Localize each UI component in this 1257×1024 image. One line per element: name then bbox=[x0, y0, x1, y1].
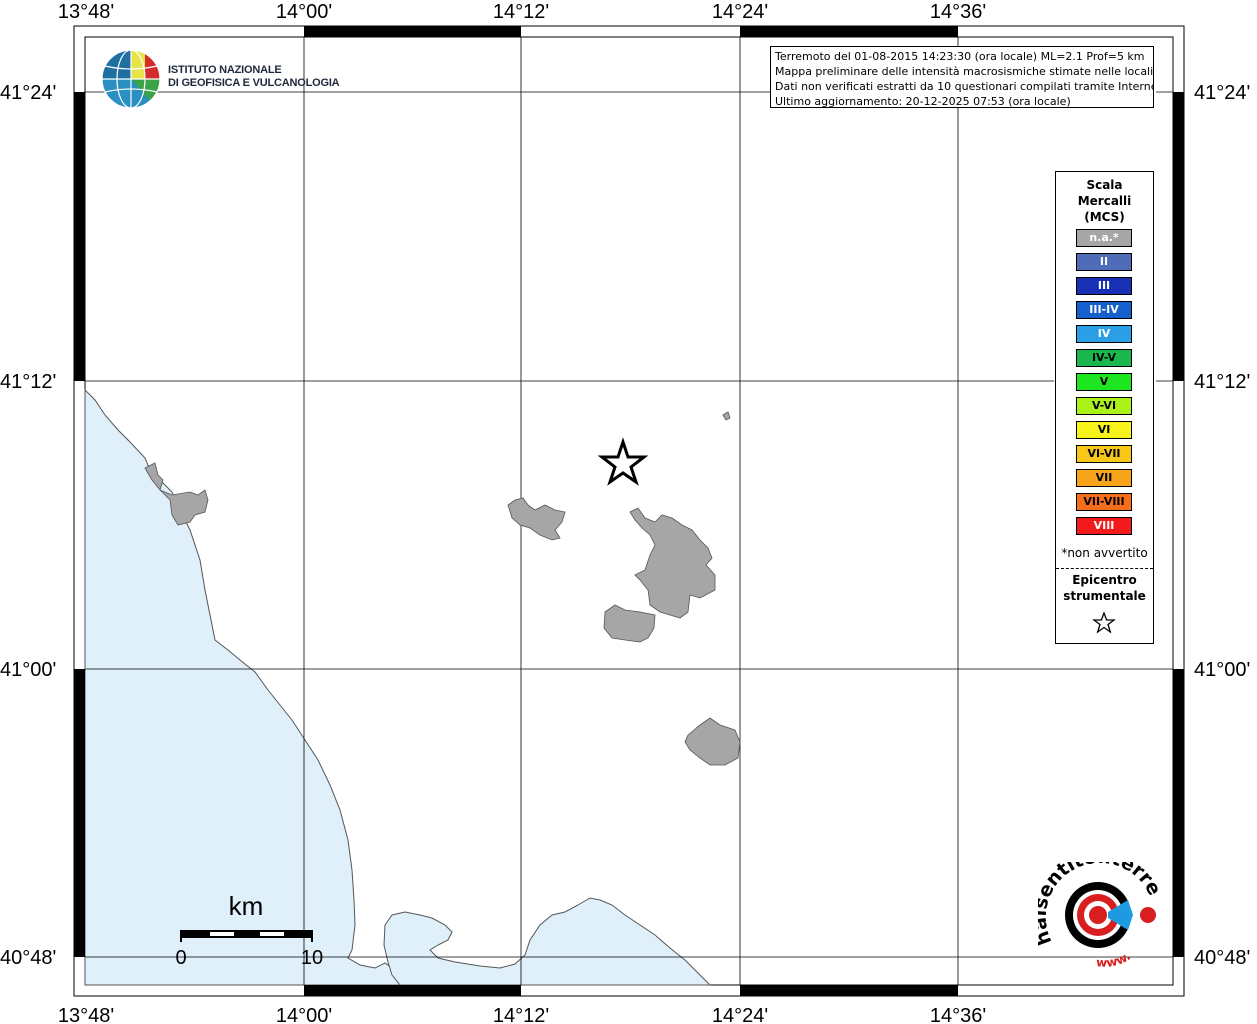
svg-text:www.: www. bbox=[1096, 949, 1133, 970]
legend-title: Scala Mercalli (MCS) bbox=[1056, 177, 1153, 225]
lon-tick-top: 14°36' bbox=[930, 1, 986, 23]
legend-note: *non avvertito bbox=[1061, 546, 1148, 560]
legend-item: III-IV bbox=[1076, 301, 1132, 319]
lon-tick-bottom: 14°24' bbox=[712, 1005, 768, 1024]
legend-item: VIII bbox=[1076, 517, 1132, 535]
legend-item: VI bbox=[1076, 421, 1132, 439]
legend-epicenter-label: Epicentro strumentale bbox=[1056, 572, 1153, 604]
legend-item: n.a.* bbox=[1076, 229, 1132, 247]
legend-item: IV bbox=[1076, 325, 1132, 343]
lon-labels-top: 13°48' 14°00' 14°12' 14°24' 14°36' bbox=[58, 1, 986, 23]
scale-start: 0 bbox=[175, 947, 186, 969]
event-info-line: Mappa preliminare delle intensità macros… bbox=[775, 65, 1154, 78]
legend-item: II bbox=[1076, 253, 1132, 271]
ingv-name: ISTITUTO NAZIONALE DI GEOFISICA E VULCAN… bbox=[168, 64, 340, 90]
lon-tick-bottom: 14°12' bbox=[493, 1005, 549, 1024]
legend-title-line: Scala bbox=[1086, 178, 1123, 192]
lon-labels-bottom: 13°48' 14°00' 14°12' 14°24' 14°36' bbox=[58, 1005, 986, 1024]
lat-tick-left: 41°00' bbox=[0, 659, 56, 681]
lat-tick-right: 41°00' bbox=[1194, 659, 1250, 681]
lon-tick-bottom: 14°36' bbox=[930, 1005, 986, 1024]
lat-tick-left: 41°24' bbox=[0, 82, 56, 104]
mcs-legend: Scala Mercalli (MCS) n.a.* II III III-IV IV I… bbox=[1055, 171, 1154, 644]
lat-tick-right: 41°24' bbox=[1194, 82, 1250, 104]
lat-tick-left: 41°12' bbox=[0, 371, 56, 393]
lon-tick-top: 13°48' bbox=[58, 1, 114, 23]
ingv-name-line1: ISTITUTO NAZIONALE bbox=[168, 64, 282, 76]
legend-epicenter-line: Epicentro bbox=[1072, 573, 1137, 587]
lat-labels-right: 41°24' 41°12' 41°00' 40°48' bbox=[1194, 82, 1250, 969]
event-info-line: Dati non verificati estratti da 10 quest… bbox=[775, 80, 1154, 93]
lat-tick-right: 40°48' bbox=[1194, 947, 1250, 969]
ingv-globe-icon bbox=[101, 49, 161, 109]
lat-tick-right: 41°12' bbox=[1194, 371, 1250, 393]
event-info-line: Ultimo aggiornamento: 20-12-2025 07:53 (… bbox=[775, 95, 1071, 108]
legend-item: V-VI bbox=[1076, 397, 1132, 415]
legend-item: VI-VII bbox=[1076, 445, 1132, 463]
haisentito-logo-icon: haisentitoilterremoto.it www. bbox=[1038, 862, 1158, 970]
legend-item: VII-VIII bbox=[1076, 493, 1132, 511]
lat-labels-left: 41°24' 41°12' 41°00' 40°48' bbox=[0, 82, 56, 969]
legend-item: VII bbox=[1076, 469, 1132, 487]
scale-bar: km 0 10 bbox=[175, 891, 323, 969]
event-info-box: Terremoto del 01-08-2015 14:23:30 (ora l… bbox=[770, 46, 1154, 108]
event-info-line: Terremoto del 01-08-2015 14:23:30 (ora l… bbox=[775, 50, 1145, 63]
legend-star-icon bbox=[1092, 612, 1116, 634]
scale-end: 10 bbox=[301, 947, 323, 969]
ingv-name-line2: DI GEOFISICA E VULCANOLOGIA bbox=[168, 77, 340, 89]
lon-tick-top: 14°12' bbox=[493, 1, 549, 23]
lon-tick-top: 14°00' bbox=[276, 1, 332, 23]
lat-tick-left: 40°48' bbox=[0, 947, 56, 969]
legend-item: IV-V bbox=[1076, 349, 1132, 367]
legend-divider bbox=[1056, 568, 1153, 569]
legend-item: V bbox=[1076, 373, 1132, 391]
legend-epicenter-line: strumentale bbox=[1063, 589, 1146, 603]
lon-tick-bottom: 13°48' bbox=[58, 1005, 114, 1024]
lon-tick-top: 14°24' bbox=[712, 1, 768, 23]
legend-item: III bbox=[1076, 277, 1132, 295]
lon-tick-bottom: 14°00' bbox=[276, 1005, 332, 1024]
scale-unit: km bbox=[229, 891, 264, 921]
legend-title-line: Mercalli bbox=[1077, 194, 1132, 208]
legend-title-line: (MCS) bbox=[1084, 210, 1125, 224]
hsit-logo-www: www. bbox=[1096, 949, 1133, 970]
